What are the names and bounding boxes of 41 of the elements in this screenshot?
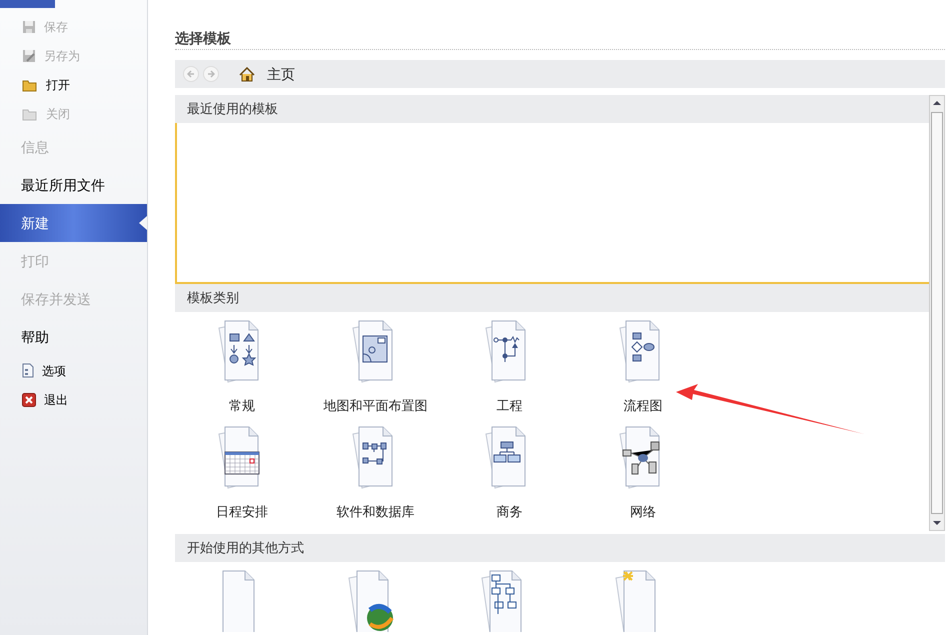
selection-pointer-icon	[139, 216, 147, 230]
template-category[interactable]: 地图和平面布置图	[308, 320, 442, 416]
template-category[interactable]: 常规	[175, 320, 309, 416]
left-arrow-icon	[187, 70, 195, 78]
template-label: 地图和平面布置图	[324, 397, 428, 415]
menu-command[interactable]: 选项	[0, 356, 147, 385]
template-label: 工程	[496, 397, 522, 415]
forward-button[interactable]	[203, 66, 219, 82]
scrollbar[interactable]	[929, 95, 945, 531]
scroll-thumb[interactable]	[931, 112, 943, 514]
location-label: 主页	[267, 64, 295, 84]
section-header: 开始使用的其他方式	[175, 534, 945, 562]
menu-tab[interactable]: 帮助	[0, 318, 147, 356]
file-tab-strip	[0, 0, 55, 8]
template-category[interactable]: 日程安排	[175, 426, 309, 521]
document-icon	[22, 363, 34, 378]
template-label: 日程安排	[216, 502, 268, 520]
template-category[interactable]: 流程图	[576, 320, 710, 416]
template-label: 网络	[630, 502, 656, 520]
back-button[interactable]	[183, 66, 199, 82]
right-arrow-icon	[207, 70, 215, 78]
template-category[interactable]: 商务	[442, 426, 576, 521]
menu-tab[interactable]: 新建	[0, 204, 147, 242]
floppy-pen-icon	[22, 48, 36, 62]
template-category[interactable]: 网络	[576, 426, 710, 521]
menu-tab[interactable]: 最近所用文件	[0, 166, 147, 204]
page-title: 选择模板	[175, 28, 945, 50]
template-label: 常规	[228, 397, 255, 415]
template-label: 流程图	[624, 397, 663, 415]
folder-icon	[22, 78, 38, 92]
template-category[interactable]: 软件和数据库	[308, 426, 442, 521]
template-category[interactable]: 工程	[442, 320, 576, 416]
menu-command[interactable]: 退出	[0, 385, 147, 414]
home-icon	[239, 66, 255, 82]
template-label: 软件和数据库	[336, 502, 415, 520]
close-icon	[22, 392, 36, 406]
menu-command[interactable]: 打开	[0, 70, 147, 99]
section-header: 最近使用的模板	[175, 95, 929, 123]
template-label: 商务	[496, 502, 522, 520]
folder-icon	[22, 106, 38, 120]
section-header: 模板类别	[175, 284, 929, 312]
